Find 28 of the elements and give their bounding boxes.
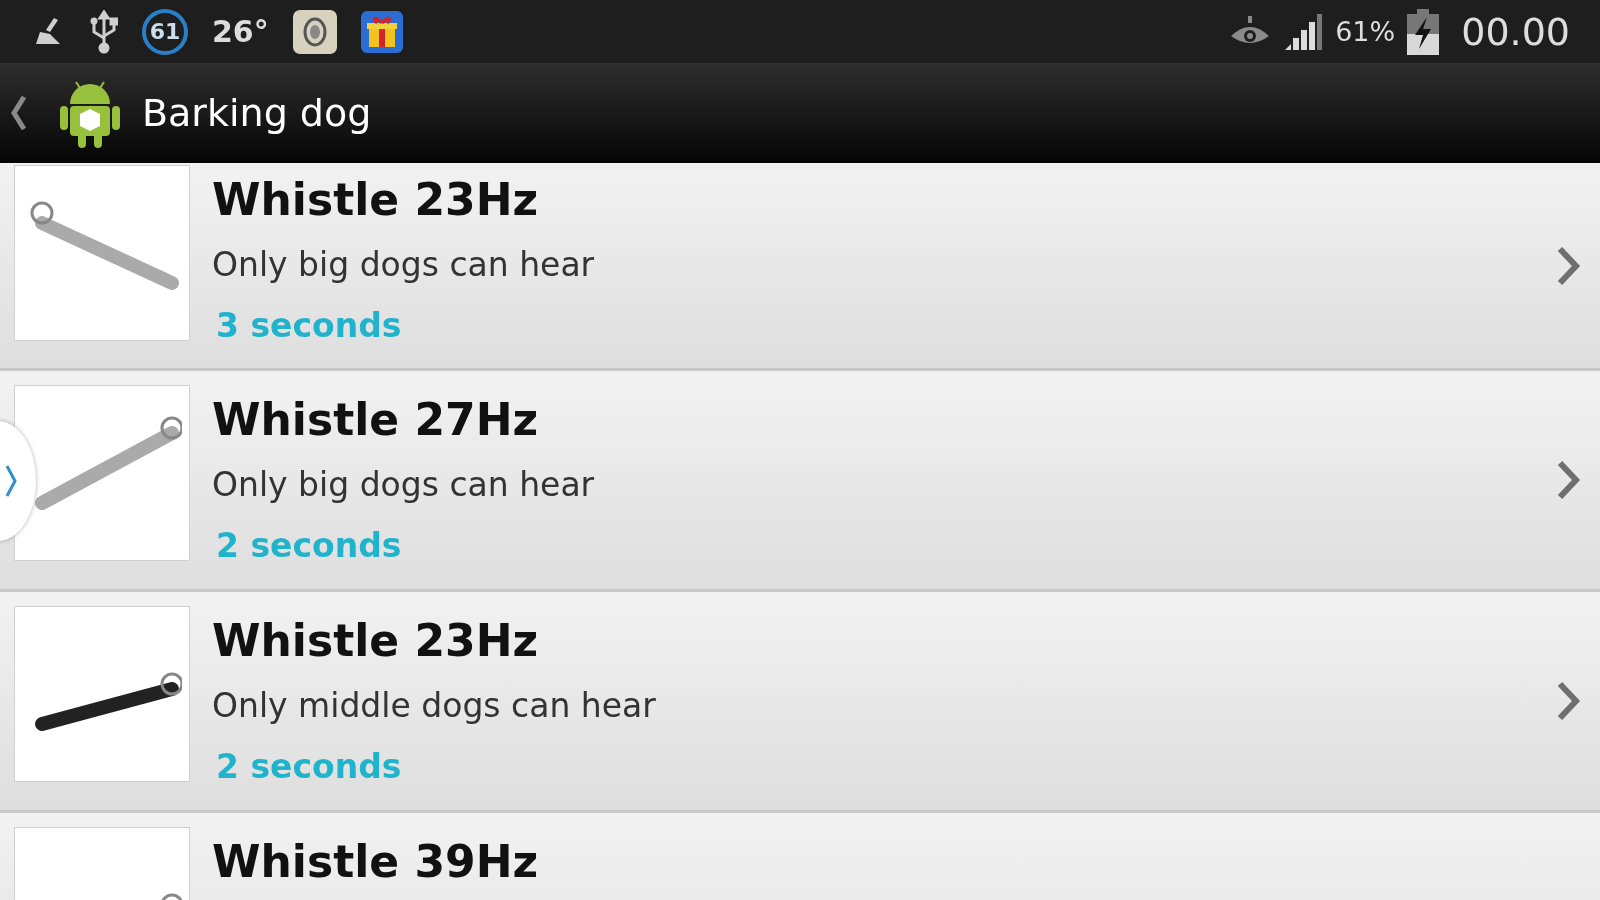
- gift-icon: [360, 10, 403, 53]
- item-title: Whistle 23Hz: [212, 614, 539, 668]
- chevron-right-icon: [1556, 245, 1582, 286]
- chevron-right-icon: [4, 464, 18, 498]
- back-chevron-icon[interactable]: [10, 95, 28, 131]
- item-description: Only middle dogs can hear: [212, 685, 656, 727]
- item-description: Only big dogs can hear: [212, 464, 595, 506]
- item-duration: 2 seconds: [216, 746, 402, 788]
- clock: 00.00: [1461, 9, 1570, 54]
- battery-ring: 61: [142, 8, 188, 55]
- item-title: Whistle 39Hz: [212, 835, 539, 889]
- list-item[interactable]: Whistle 27Hz Only big dogs can hear 2 seconds: [0, 371, 1600, 592]
- signal-percent: 61%: [1335, 16, 1396, 47]
- temperature: 26°: [212, 14, 269, 49]
- app-title: Barking dog: [142, 91, 372, 135]
- list-item[interactable]: Whistle 39Hz: [0, 813, 1600, 900]
- chevron-right-icon: [1556, 460, 1582, 500]
- list-item[interactable]: Whistle 23Hz Only big dogs can hear 3 seconds: [0, 163, 1600, 371]
- item-duration: 2 seconds: [216, 525, 402, 567]
- list-item[interactable]: Whistle 23Hz Only middle dogs can hear 2 seconds: [0, 592, 1600, 813]
- item-title: Whistle 27Hz: [212, 393, 539, 447]
- usb-icon: [90, 9, 118, 54]
- item-description: Only big dogs can hear: [212, 244, 595, 286]
- item-duration: 3 seconds: [216, 305, 402, 347]
- battery-charging-icon: [1407, 8, 1440, 55]
- chevron-right-icon: [1556, 681, 1582, 721]
- item-title: Whistle 23Hz: [212, 173, 539, 227]
- signal-icon: [1283, 11, 1324, 52]
